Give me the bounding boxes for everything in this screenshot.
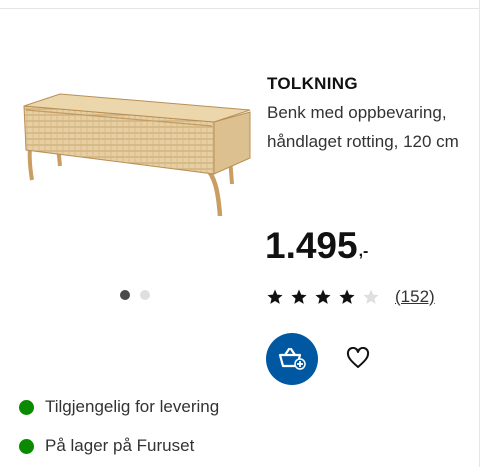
carousel-dot-2[interactable] — [140, 290, 150, 300]
availability-store-label: På lager på Furuset — [45, 436, 195, 455]
star-filled-icon — [315, 289, 331, 304]
availability-store: På lager på Furuset — [19, 436, 194, 456]
favorite-button[interactable] — [340, 340, 376, 376]
status-dot-icon — [19, 438, 34, 454]
price-value: 1.495 — [265, 225, 358, 266]
image-carousel-dots — [120, 290, 150, 300]
add-to-cart-button[interactable] — [266, 333, 318, 385]
add-to-cart-icon — [278, 347, 306, 370]
review-count-link[interactable]: (152) — [395, 287, 435, 307]
availability-delivery-label: Tilgjengelig for levering — [45, 397, 220, 416]
product-price: 1.495,- — [265, 226, 368, 266]
product-info: TOLKNING Benk med oppbevaring, håndlaget… — [267, 74, 472, 156]
product-description[interactable]: Benk med oppbevaring, håndlaget rotting,… — [267, 98, 472, 156]
product-image[interactable] — [18, 88, 258, 228]
heart-icon — [346, 347, 370, 368]
star-empty-icon — [363, 289, 379, 304]
product-name[interactable]: TOLKNING — [267, 74, 472, 94]
price-suffix: ,- — [358, 243, 369, 260]
top-divider — [0, 0, 480, 9]
star-filled-icon — [267, 289, 283, 304]
star-filled-icon — [339, 289, 355, 304]
availability-delivery: Tilgjengelig for levering — [19, 397, 219, 417]
star-filled-icon — [291, 289, 307, 304]
carousel-dot-1[interactable] — [120, 290, 130, 300]
product-rating[interactable]: (152) — [266, 287, 435, 307]
status-dot-icon — [19, 399, 34, 415]
